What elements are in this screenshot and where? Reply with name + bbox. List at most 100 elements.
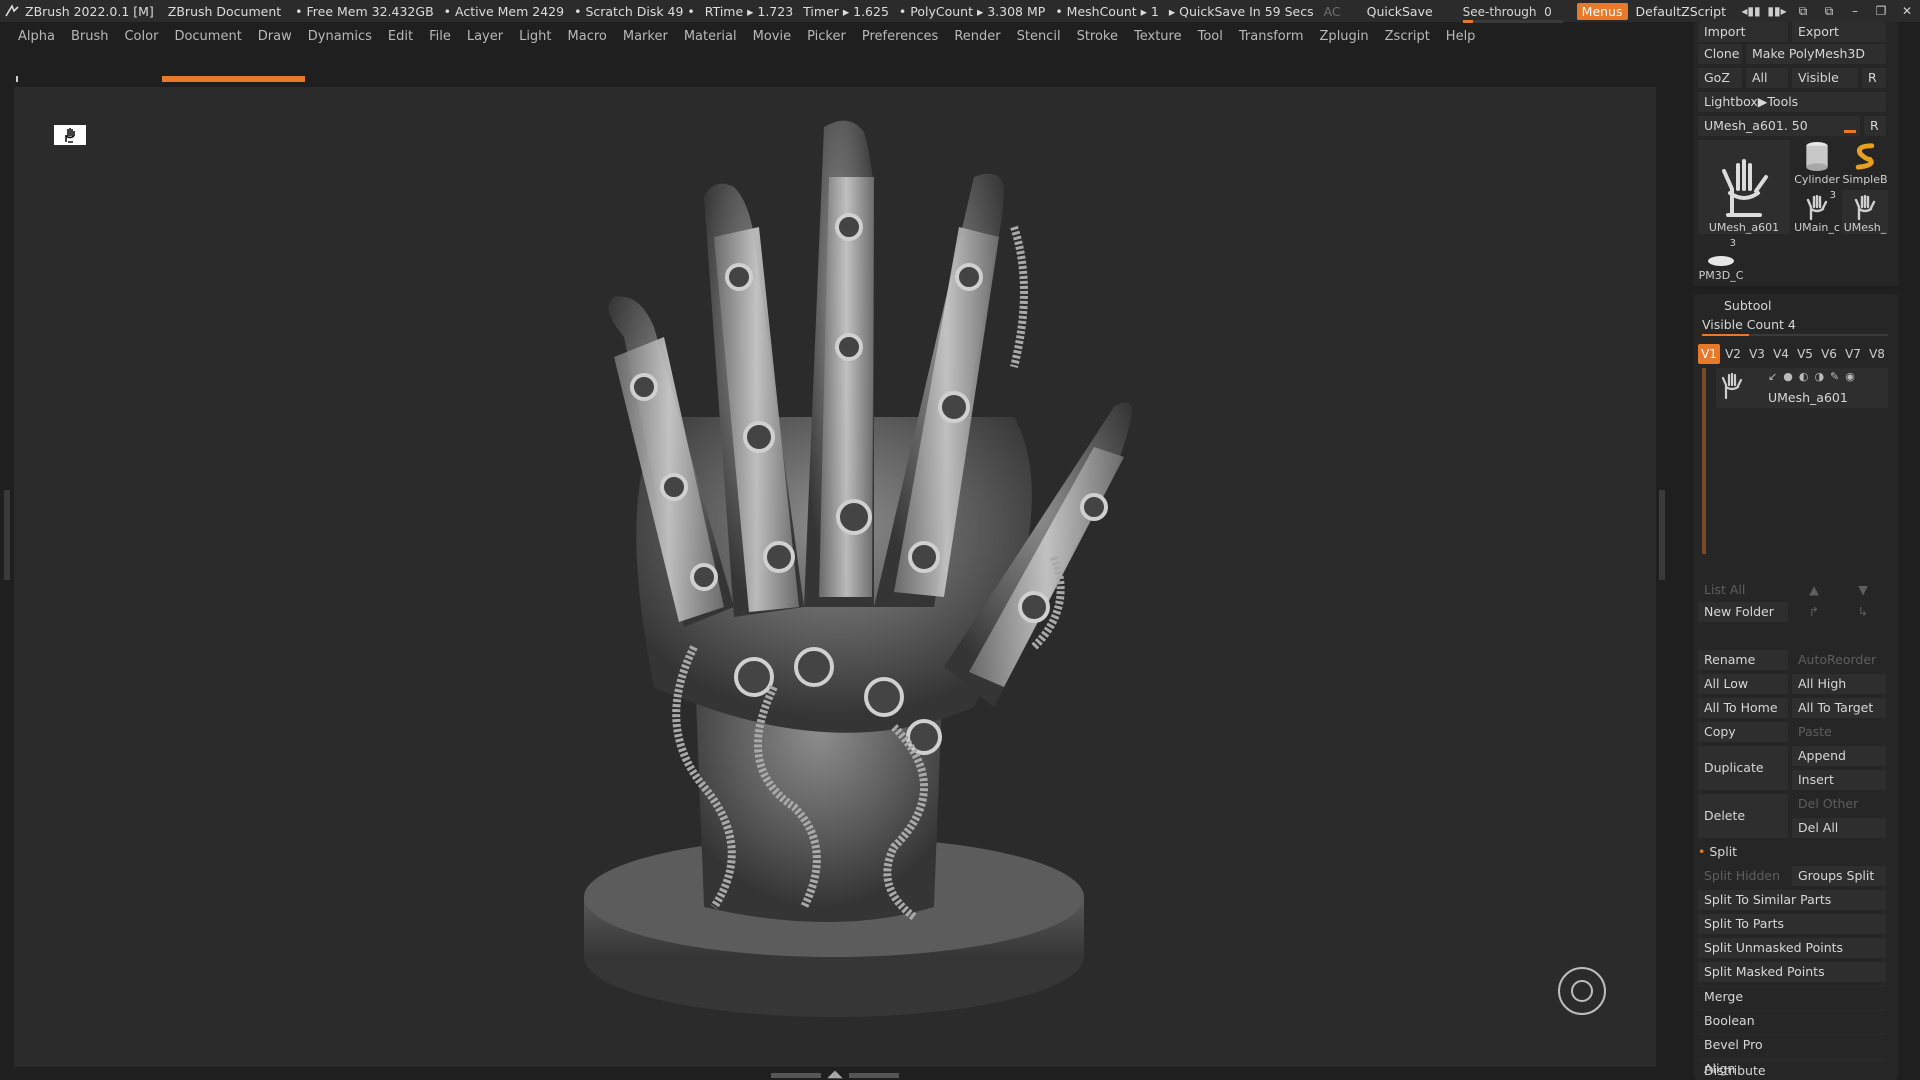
- visibility-tab-v5[interactable]: V5: [1794, 344, 1816, 364]
- make-polymesh3d-button[interactable]: Make PolyMesh3D: [1746, 44, 1886, 64]
- visibility-tab-v2[interactable]: V2: [1722, 344, 1744, 364]
- menu-help[interactable]: Help: [1446, 29, 1476, 44]
- clone-button[interactable]: Clone: [1698, 44, 1742, 64]
- menu-file[interactable]: File: [429, 29, 451, 44]
- solo-toggle-icon[interactable]: ◐: [1799, 370, 1809, 383]
- tool-r-button[interactable]: R: [1864, 116, 1886, 136]
- tray-left-icon[interactable]: ◂▮▮: [1738, 0, 1764, 22]
- edit-brush-icon[interactable]: ✎: [1830, 370, 1839, 383]
- menu-texture[interactable]: Texture: [1134, 29, 1182, 44]
- visibility-tab-v6[interactable]: V6: [1818, 344, 1840, 364]
- tray-right-icon[interactable]: ▮▮▸: [1764, 0, 1790, 22]
- folder-arrow-icon[interactable]: ↙: [1768, 370, 1777, 383]
- tool-thumb-pm3d[interactable]: 3 PM3D_C: [1698, 238, 1744, 282]
- copy-button[interactable]: Copy: [1698, 722, 1788, 742]
- dynamic-toggle-icon[interactable]: ◑: [1814, 370, 1824, 383]
- close-icon[interactable]: ✕: [1894, 0, 1920, 22]
- rename-button[interactable]: Rename: [1698, 650, 1788, 670]
- default-zscript-button[interactable]: DefaultZScript: [1636, 4, 1727, 19]
- tool-thumb-cylinder[interactable]: Cylinder: [1794, 140, 1840, 186]
- quicksave-button[interactable]: QuickSave: [1367, 4, 1433, 19]
- goz-r-button[interactable]: R: [1862, 68, 1886, 88]
- see-through-slider[interactable]: See-through 0: [1462, 4, 1563, 23]
- list-all-button[interactable]: List All: [1698, 580, 1788, 600]
- all-to-home-button[interactable]: All To Home: [1698, 698, 1788, 718]
- menu-light[interactable]: Light: [519, 29, 551, 44]
- move-down-icon[interactable]: ▼: [1840, 580, 1886, 600]
- del-all-button[interactable]: Del All: [1792, 818, 1886, 838]
- merge-section[interactable]: Merge: [1698, 986, 1886, 1006]
- eye-icon[interactable]: ◉: [1845, 370, 1855, 383]
- visibility-tab-v1[interactable]: V1: [1698, 344, 1720, 364]
- split-section-header[interactable]: • Split: [1698, 844, 1737, 859]
- subtool-title[interactable]: Subtool: [1724, 298, 1771, 313]
- tool-thumb-umesh-a601[interactable]: UMesh_a601: [1698, 140, 1790, 234]
- bottom-tray-handle[interactable]: ◢◣: [770, 1070, 900, 1080]
- paste-layout-icon[interactable]: ⧉: [1816, 0, 1842, 22]
- menu-zscript[interactable]: Zscript: [1385, 29, 1430, 44]
- menu-dynamics[interactable]: Dynamics: [308, 29, 372, 44]
- menu-marker[interactable]: Marker: [623, 29, 668, 44]
- export-button[interactable]: Export: [1792, 22, 1886, 42]
- goz-visible-button[interactable]: Visible: [1792, 68, 1858, 88]
- import-button[interactable]: Import: [1698, 22, 1788, 42]
- move-up-icon[interactable]: ▲: [1792, 580, 1836, 600]
- menu-edit[interactable]: Edit: [388, 29, 413, 44]
- right-tray-handle[interactable]: [1659, 490, 1665, 580]
- menu-document[interactable]: Document: [174, 29, 241, 44]
- tool-thumb-umain[interactable]: 3 UMain_c: [1794, 190, 1840, 234]
- split-unmasked-points-button[interactable]: Split Unmasked Points: [1698, 938, 1886, 958]
- boolean-section[interactable]: Boolean: [1698, 1010, 1886, 1030]
- visibility-tab-v7[interactable]: V7: [1842, 344, 1864, 364]
- copy-layout-icon[interactable]: ⧉: [1790, 0, 1816, 22]
- menu-zplugin[interactable]: Zplugin: [1320, 29, 1369, 44]
- menus-button[interactable]: Menus: [1576, 2, 1628, 20]
- navigation-gizmo[interactable]: [1558, 967, 1606, 1015]
- current-tool-slider[interactable]: UMesh_a601. 50: [1698, 116, 1860, 136]
- visibility-tab-v3[interactable]: V3: [1746, 344, 1768, 364]
- subtool-item-umesh-a601[interactable]: ↙ ● ◐ ◑ ✎ ◉ UMesh_a601: [1716, 368, 1888, 408]
- goz-button[interactable]: GoZ: [1698, 68, 1742, 88]
- all-high-button[interactable]: All High: [1792, 674, 1886, 694]
- delete-button[interactable]: Delete: [1698, 794, 1788, 838]
- folder-up-icon[interactable]: ↱: [1792, 602, 1836, 622]
- menu-alpha[interactable]: Alpha: [18, 29, 55, 44]
- polyfill-toggle-icon[interactable]: ●: [1783, 370, 1793, 383]
- all-low-button[interactable]: All Low: [1698, 674, 1788, 694]
- ac-toggle[interactable]: AC: [1324, 4, 1341, 19]
- menu-macro[interactable]: Macro: [568, 29, 607, 44]
- left-tray-handle[interactable]: [4, 490, 10, 580]
- new-folder-button[interactable]: New Folder: [1698, 602, 1788, 622]
- split-similar-parts-button[interactable]: Split To Similar Parts: [1698, 890, 1886, 910]
- distribute-section[interactable]: Distribute: [1698, 1060, 1886, 1080]
- split-hidden-button[interactable]: Split Hidden: [1698, 866, 1788, 886]
- tool-thumb-umesh[interactable]: UMesh_: [1842, 190, 1888, 234]
- bevel-pro-section[interactable]: Bevel Pro: [1698, 1034, 1886, 1054]
- menu-material[interactable]: Material: [684, 29, 737, 44]
- goz-all-button[interactable]: All: [1746, 68, 1788, 88]
- paste-button[interactable]: Paste: [1792, 722, 1886, 742]
- append-button[interactable]: Append: [1792, 746, 1886, 766]
- visibility-tab-v8[interactable]: V8: [1866, 344, 1888, 364]
- visibility-tab-v4[interactable]: V4: [1770, 344, 1792, 364]
- menu-stencil[interactable]: Stencil: [1017, 29, 1061, 44]
- folder-down-icon[interactable]: ↳: [1840, 602, 1886, 622]
- menu-preferences[interactable]: Preferences: [862, 29, 938, 44]
- visible-count-slider[interactable]: Visible Count 4: [1702, 317, 1796, 332]
- split-masked-points-button[interactable]: Split Masked Points: [1698, 962, 1886, 982]
- insert-button[interactable]: Insert: [1792, 770, 1886, 790]
- autoreorder-button[interactable]: AutoReorder: [1792, 650, 1886, 670]
- tool-thumb-simplebrush[interactable]: SimpleB: [1842, 140, 1888, 186]
- duplicate-button[interactable]: Duplicate: [1698, 746, 1788, 790]
- split-to-parts-button[interactable]: Split To Parts: [1698, 914, 1886, 934]
- menu-brush[interactable]: Brush: [71, 29, 109, 44]
- document-canvas[interactable]: [14, 87, 1656, 1067]
- menu-movie[interactable]: Movie: [753, 29, 791, 44]
- menu-draw[interactable]: Draw: [258, 29, 292, 44]
- menu-picker[interactable]: Picker: [807, 29, 846, 44]
- menu-transform[interactable]: Transform: [1239, 29, 1304, 44]
- all-to-target-button[interactable]: All To Target: [1792, 698, 1886, 718]
- menu-color[interactable]: Color: [124, 29, 158, 44]
- restore-icon[interactable]: ❐: [1868, 0, 1894, 22]
- del-other-button[interactable]: Del Other: [1792, 794, 1886, 814]
